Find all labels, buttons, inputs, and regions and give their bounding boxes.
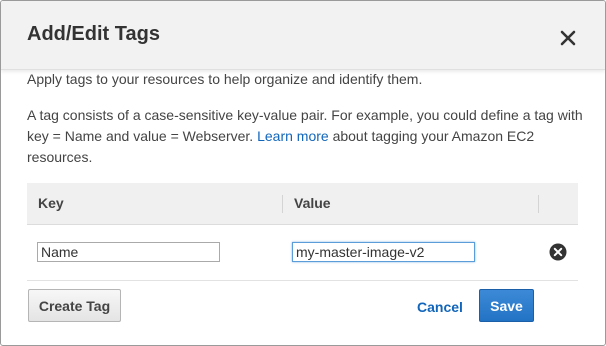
create-tag-button[interactable]: Create Tag: [28, 289, 121, 322]
learn-more-link[interactable]: Learn more: [257, 128, 329, 144]
description-text: A tag consists of a case-sensitive key-v…: [27, 105, 583, 168]
close-icon[interactable]: [557, 27, 579, 49]
remove-tag-icon[interactable]: [549, 243, 567, 261]
tag-key-input[interactable]: [37, 242, 220, 262]
intro-text: Apply tags to your resources to help org…: [27, 71, 423, 87]
dialog-title: Add/Edit Tags: [27, 23, 160, 45]
tags-table: Key Value: [27, 183, 578, 281]
column-divider: [538, 195, 539, 213]
cancel-button[interactable]: Cancel: [417, 299, 463, 315]
add-edit-tags-dialog: Add/Edit Tags Apply tags to your resourc…: [0, 0, 606, 346]
table-header: Key Value: [27, 183, 578, 225]
table-row: [27, 225, 578, 281]
dialog-header: Add/Edit Tags: [1, 1, 605, 70]
column-divider: [282, 195, 283, 213]
tag-value-input[interactable]: [292, 242, 475, 262]
column-header-value: Value: [294, 195, 331, 211]
column-header-key: Key: [38, 195, 64, 211]
save-button[interactable]: Save: [479, 289, 534, 322]
